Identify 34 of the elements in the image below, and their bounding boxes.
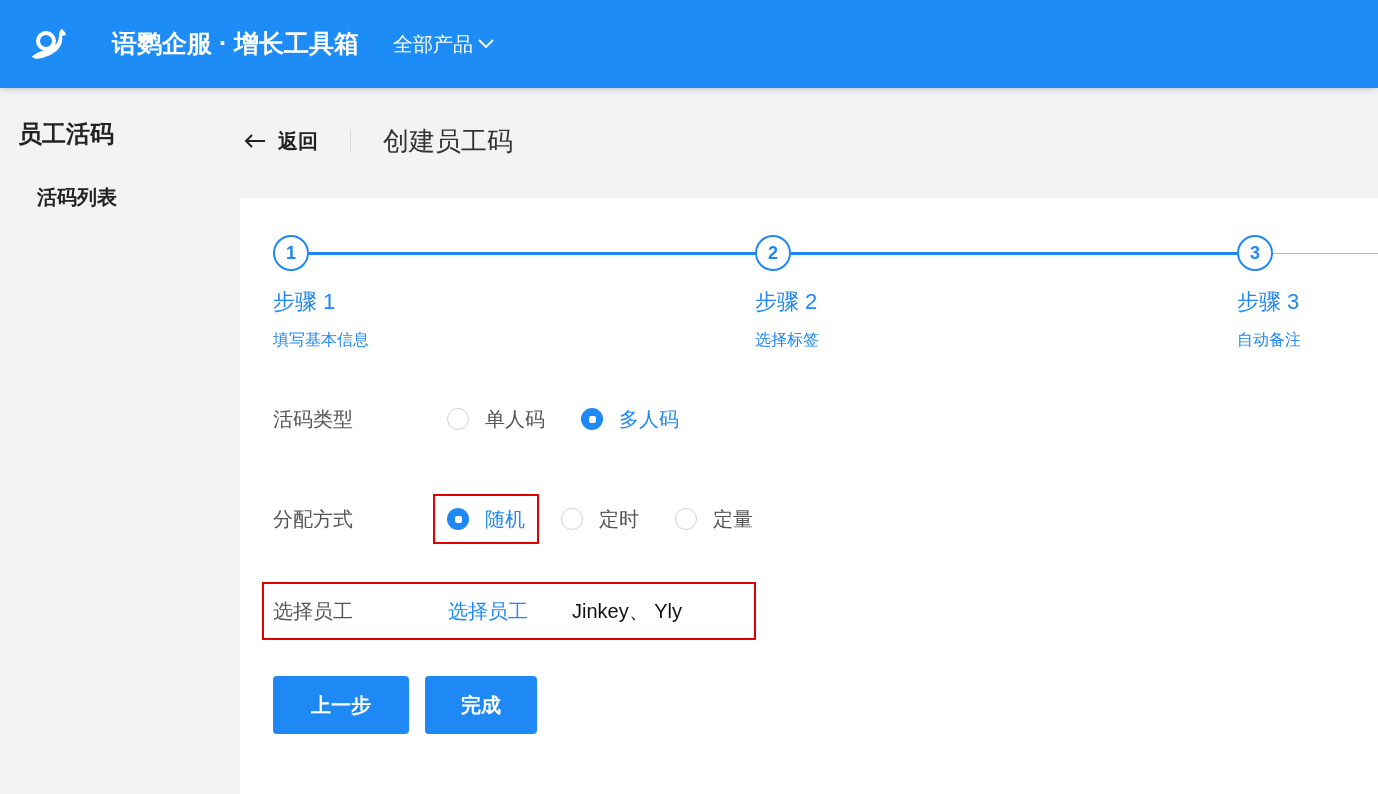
step-description: 选择标签 <box>755 330 820 350</box>
step-title: 步骤 3 <box>1237 288 1301 316</box>
arrow-left-icon <box>244 133 266 149</box>
action-button[interactable]: 完成 <box>425 676 537 734</box>
select-staff-link[interactable]: 选择员工 <box>448 596 528 626</box>
radio-button[interactable] <box>447 508 469 530</box>
radio-label[interactable]: 定时 <box>599 504 639 534</box>
step-number: 3 <box>1237 235 1273 271</box>
step-number: 2 <box>755 235 791 271</box>
field-label: 选择员工 <box>273 599 354 624</box>
field-label: 活码类型 <box>273 407 354 432</box>
step-title: 步骤 1 <box>273 288 337 316</box>
radio-button[interactable] <box>561 508 583 530</box>
brand-title: 语鹦企服 · 增长工具箱 <box>112 28 360 60</box>
step-description: 填写基本信息 <box>273 330 370 350</box>
radio-button[interactable] <box>447 408 469 430</box>
step-number: 1 <box>273 235 309 271</box>
page-title: 创建员工码 <box>383 124 513 158</box>
products-menu[interactable]: 全部产品 <box>393 29 496 59</box>
radio-button[interactable] <box>581 408 603 430</box>
chevron-down-icon <box>477 38 496 50</box>
radio-label[interactable]: 单人码 <box>485 404 545 434</box>
sidebar-item[interactable]: 活码列表 <box>0 182 240 212</box>
radio-label[interactable]: 定量 <box>713 504 753 534</box>
sidebar-title: 员工活码 <box>17 119 115 149</box>
field-label: 分配方式 <box>273 507 354 532</box>
action-button[interactable]: 上一步 <box>273 676 409 734</box>
step-title: 步骤 2 <box>755 288 819 316</box>
radio-button[interactable] <box>675 508 697 530</box>
selected-staff: Jinkey、 Yly <box>572 599 683 624</box>
radio-label[interactable]: 随机 <box>485 504 525 534</box>
radio-label[interactable]: 多人码 <box>619 404 679 434</box>
step-description: 自动备注 <box>1237 330 1302 350</box>
back-link[interactable]: 返回 <box>244 126 318 156</box>
